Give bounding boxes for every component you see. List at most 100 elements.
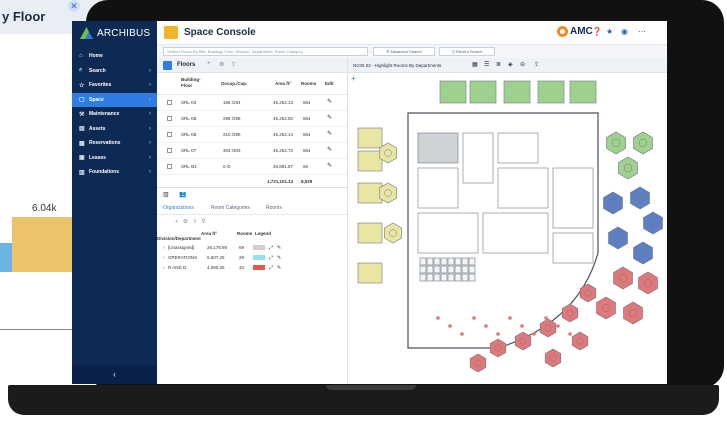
table-row[interactable]: SRL-B1 0 /0 46,891.87 66 ✎ bbox=[157, 159, 347, 175]
add-icon[interactable]: + bbox=[207, 61, 211, 67]
edit-pencil-icon[interactable]: ✎ bbox=[327, 114, 332, 121]
edit-pencil-icon[interactable]: ✎ bbox=[327, 130, 332, 137]
filter-icon[interactable]: ⊽ bbox=[202, 219, 206, 225]
col-org-rooms[interactable]: Rooms bbox=[237, 231, 252, 236]
expand-arrow-icon[interactable]: › bbox=[163, 265, 165, 270]
floors-toolbar: Floors + ⚙ ⇪ bbox=[157, 58, 347, 73]
cell-floor: SRL-B1 bbox=[181, 164, 197, 169]
cell-rooms: 66 bbox=[303, 164, 309, 169]
list-item[interactable]: › OPERATIONS 6,607.25 29 ⤢ ✎ bbox=[157, 253, 347, 263]
sidebar-item-assets[interactable]: ▤ Assets › bbox=[72, 122, 157, 136]
layers-icon[interactable]: ≣ bbox=[496, 61, 501, 68]
desk-dot bbox=[436, 316, 440, 320]
cell-area: 46,264.72 bbox=[273, 148, 294, 153]
col-building-floor[interactable]: Building-Floor bbox=[181, 77, 205, 89]
recent-search-button[interactable]: ◷ Recent Search bbox=[439, 47, 495, 56]
desk-dot bbox=[532, 332, 536, 336]
close-icon[interactable]: ✕ bbox=[68, 0, 80, 12]
cubicle bbox=[419, 257, 427, 266]
row-checkbox[interactable] bbox=[167, 132, 172, 137]
help-icon[interactable]: ❓ bbox=[592, 27, 602, 36]
col-rooms[interactable]: Rooms bbox=[301, 81, 316, 86]
cell-floor: SRL-05 bbox=[181, 116, 197, 121]
row-checkbox[interactable] bbox=[167, 164, 172, 169]
sidebar-item-space[interactable]: ▢ Space › bbox=[72, 92, 157, 107]
favorite-star-icon[interactable]: ★ bbox=[606, 27, 613, 36]
grid-icon[interactable]: ▦ bbox=[472, 61, 478, 68]
sidebar-item-home[interactable]: ⌂ Home bbox=[72, 49, 157, 63]
leases-icon: ▣ bbox=[79, 155, 85, 161]
sidebar-item-reservations[interactable]: ▦ Reservations › bbox=[72, 136, 157, 150]
collapse-sidebar-button[interactable]: ‹ bbox=[72, 366, 157, 384]
table-row[interactable]: SRL-06 210 /295 46,264.14 564 ✎ bbox=[157, 127, 347, 143]
sidebar-item-search[interactable]: ⌕ Search › bbox=[72, 64, 157, 78]
chevron-right-icon: › bbox=[149, 111, 151, 117]
settings-icon[interactable]: ⚙ bbox=[183, 219, 188, 225]
edit-pencil-icon[interactable]: ✎ bbox=[277, 245, 281, 251]
col-org-area[interactable]: Area ft² bbox=[201, 231, 217, 236]
floor-plan[interactable]: + bbox=[347, 73, 667, 384]
org-area: 4,590.25 bbox=[207, 265, 225, 270]
chevron-right-icon: › bbox=[149, 140, 151, 146]
tab-organizations[interactable]: Organizations bbox=[163, 205, 194, 211]
advanced-search-button[interactable]: ⊽ Advanced Search bbox=[373, 47, 435, 56]
tag-icon[interactable]: ◈ bbox=[508, 61, 513, 68]
col-occupancy[interactable]: Occup./Cap. bbox=[221, 81, 247, 86]
stats-tools: + ⚙ ⇪ ⊽ bbox=[175, 219, 206, 225]
edit-pencil-icon[interactable]: ✎ bbox=[327, 146, 332, 153]
expand-arrow-icon[interactable]: › bbox=[163, 255, 165, 260]
cubicle bbox=[426, 265, 434, 274]
edit-pencil-icon[interactable]: ✎ bbox=[277, 265, 281, 271]
sidebar-item-favorites[interactable]: ☆ Favorites › bbox=[72, 78, 157, 92]
user-icon[interactable]: ◉ bbox=[621, 27, 628, 36]
drill-icon[interactable]: ⤢ bbox=[269, 245, 273, 251]
desk-cluster bbox=[596, 296, 616, 320]
list-item[interactable]: › R AND D 4,590.25 33 ⤢ ✎ bbox=[157, 263, 347, 273]
zoom-icon[interactable]: ⊖ bbox=[520, 61, 525, 68]
list-icon[interactable]: ☰ bbox=[484, 61, 489, 68]
cubicle bbox=[426, 273, 434, 282]
edit-pencil-icon[interactable]: ✎ bbox=[277, 255, 281, 261]
export-icon[interactable]: ⇪ bbox=[192, 219, 197, 225]
more-icon[interactable]: ⋯ bbox=[638, 27, 646, 36]
desk-dot bbox=[472, 316, 476, 320]
desk-cluster bbox=[633, 131, 653, 155]
edit-pencil-icon[interactable]: ✎ bbox=[327, 162, 332, 169]
drill-icon[interactable]: ⤢ bbox=[269, 265, 273, 271]
tab-room-categories[interactable]: Room Categories bbox=[211, 205, 250, 211]
row-checkbox[interactable] bbox=[167, 148, 172, 153]
cell-occupancy: 0 /0 bbox=[223, 164, 231, 169]
col-division-department[interactable]: Division/Department bbox=[157, 236, 201, 241]
sidebar-item-maintenance[interactable]: ⚒ Maintenance › bbox=[72, 107, 157, 121]
add-icon[interactable]: + bbox=[175, 219, 178, 225]
page-title: Space Console bbox=[184, 27, 256, 38]
row-checkbox[interactable] bbox=[167, 100, 172, 105]
cubicle bbox=[468, 273, 476, 282]
row-checkbox[interactable] bbox=[167, 116, 172, 121]
settings-icon[interactable]: ⚙ bbox=[219, 61, 224, 68]
list-item[interactable]: › [Unassigned] 26,179.89 69 ⤢ ✎ bbox=[157, 243, 347, 253]
edit-pencil-icon[interactable]: ✎ bbox=[327, 98, 332, 105]
tab-rooms[interactable]: Rooms bbox=[266, 205, 282, 211]
brand[interactable]: ARCHIBUS bbox=[80, 27, 150, 39]
chart-view-icon[interactable]: ▥ bbox=[163, 191, 169, 198]
org-name: OPERATIONS bbox=[168, 255, 198, 260]
export-icon[interactable]: ⇪ bbox=[231, 61, 236, 68]
legend-swatch bbox=[253, 255, 265, 260]
floor-plan-drawing[interactable]: + bbox=[348, 73, 667, 384]
sidebar-item-leases[interactable]: ▣ Leases › bbox=[72, 151, 157, 165]
col-area[interactable]: Area ft² bbox=[275, 81, 291, 86]
sidebar-item-foundations[interactable]: ▥ Foundations › bbox=[72, 165, 157, 179]
table-row[interactable]: SRL-04 166 /294 46,264.13 564 ✎ bbox=[157, 95, 347, 111]
assets-icon: ▤ bbox=[79, 126, 85, 132]
export-icon[interactable]: ⇪ bbox=[534, 61, 539, 68]
people-icon[interactable]: 👥 bbox=[179, 191, 186, 198]
expand-arrow-icon[interactable]: › bbox=[163, 245, 165, 250]
search-input[interactable]: Search Floors By Site, Building, Floor, … bbox=[163, 47, 368, 56]
drill-icon[interactable]: ⤢ bbox=[269, 255, 273, 261]
table-row[interactable]: SRL-07 303 /303 46,264.72 564 ✎ bbox=[157, 143, 347, 159]
desk-cluster bbox=[623, 301, 643, 325]
table-row[interactable]: SRL-05 298 /298 46,264.50 564 ✎ bbox=[157, 111, 347, 127]
desk-dot bbox=[496, 332, 500, 336]
room-department bbox=[469, 80, 497, 104]
